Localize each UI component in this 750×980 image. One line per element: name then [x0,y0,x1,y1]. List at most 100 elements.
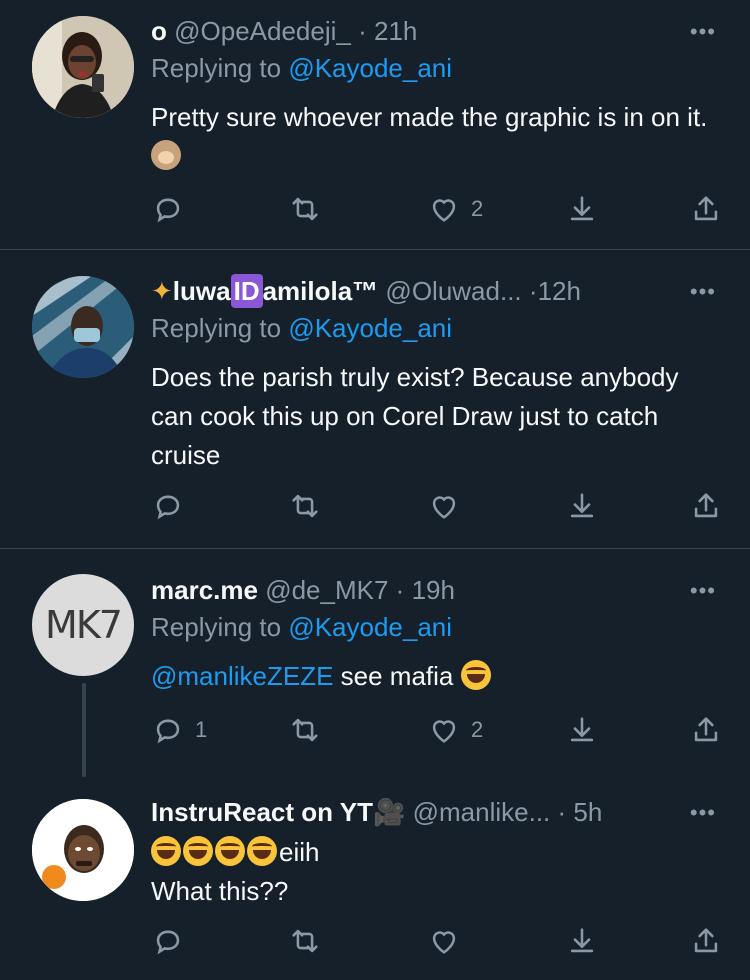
bookmark-button[interactable] [565,921,599,961]
share-button[interactable] [689,486,723,526]
heart-icon [432,720,456,743]
face-with-tears-of-joy-icon [247,836,277,866]
face-with-tears-of-joy-icon [460,660,491,690]
avatar-photo [32,276,134,378]
action-bar: 1 2 [151,710,723,750]
face-with-tears-of-joy-icon [215,836,245,866]
retweet-icon [292,494,318,518]
bookmark-button[interactable] [565,189,599,229]
dizzy-icon: ✦ [151,276,173,306]
share-icon [694,493,718,518]
replying-prefix: Replying to [151,313,289,343]
replying-prefix: Replying to [151,612,289,642]
download-icon [570,196,594,221]
tweet-2[interactable]: ✦luwa ID amilola™ @Oluwad... ·12h ••• Repl… [0,250,750,548]
tweet-mention[interactable]: @manlikeZEZE [151,661,333,691]
replying-to: Replying to @Kayode_ani [151,311,452,345]
timestamp[interactable]: 12h [538,276,581,306]
avatar-text: MK7 [45,603,123,647]
reply-icon [156,198,180,223]
tweet-3[interactable]: MK7 marc.me @de_MK7 · 19h ••• Replying t… [0,549,750,779]
download-icon [570,493,594,518]
tweet-text-line2: What this?? [151,876,289,906]
avatar[interactable]: MK7 [32,574,134,676]
tweet-text: Pretty sure whoever made the graphic is … [151,98,731,176]
tweet-text-suffix: eiih [279,837,320,867]
see-no-evil-monkey-icon [151,140,181,170]
action-bar [151,486,723,526]
retweet-icon [292,197,318,221]
reply-button[interactable] [151,189,195,229]
like-button[interactable]: 2 [427,189,483,229]
timestamp[interactable]: 19h [412,575,455,605]
display-name[interactable]: o [151,16,167,46]
more-dots-icon[interactable]: ••• [690,580,716,602]
reply-count: 1 [195,717,208,742]
download-icon [570,717,594,742]
bookmark-button[interactable] [565,710,599,750]
tweet-text: Does the parish truly exist? Because any… [151,358,711,475]
avatar-photo [32,799,134,901]
tweet-text-line1: eiih [151,833,731,872]
share-icon [694,717,718,742]
display-name[interactable]: marc.me [151,575,258,605]
retweet-button[interactable] [288,486,332,526]
tweet-text-content: Pretty sure whoever made the graphic is … [151,102,708,132]
more-dots-icon[interactable]: ••• [690,21,716,43]
more-dots-icon[interactable]: ••• [690,802,716,824]
tweet-header: marc.me @de_MK7 · 19h [151,573,655,607]
reply-button[interactable] [151,921,195,961]
retweet-button[interactable] [288,921,332,961]
avatar-photo [32,16,134,118]
display-name-part2[interactable]: amilola™ [263,276,379,306]
share-button[interactable] [689,189,723,229]
handle[interactable]: @Oluwad... [385,276,521,306]
reply-button[interactable]: 1 [151,710,207,750]
handle[interactable]: @OpeAdedeji_ [174,16,351,46]
like-button[interactable]: 2 [427,710,483,750]
replying-to-mention[interactable]: @Kayode_ani [288,53,452,83]
handle[interactable]: @de_MK7 [265,575,388,605]
like-button[interactable] [427,921,471,961]
tweet-header: o @OpeAdedeji_ · 21h [151,14,655,48]
tweet-4[interactable]: InstruReact on YT🎥 @manlike... · 5h ••• … [0,779,750,980]
replying-to-mention[interactable]: @Kayode_ani [288,313,452,343]
more-dots-icon[interactable]: ••• [690,281,716,303]
reply-button[interactable] [151,486,195,526]
replying-to-mention[interactable]: @Kayode_ani [288,612,452,642]
share-icon [694,196,718,221]
download-icon [570,928,594,953]
separator-dot: · [395,575,405,605]
display-name-part1[interactable]: luwa [173,276,231,306]
retweet-button[interactable] [288,710,332,750]
avatar[interactable] [32,799,134,901]
share-button[interactable] [689,710,723,750]
share-icon [694,928,718,953]
separator-dot: · [358,16,367,46]
reply-icon [156,719,180,744]
heart-icon [432,199,456,222]
film-projector-icon: 🎥 [373,797,406,827]
display-name[interactable]: InstruReact on YT [151,797,373,827]
separator-dot: · [557,797,567,827]
timestamp[interactable]: 5h [573,797,602,827]
avatar[interactable] [32,276,134,378]
replying-to: Replying to @Kayode_ani [151,610,452,644]
handle[interactable]: @manlike... [413,797,551,827]
avatar[interactable] [32,16,134,118]
timestamp[interactable]: 21h [374,16,417,46]
bookmark-button[interactable] [565,486,599,526]
separator-dot: · [528,276,538,306]
retweet-icon [292,929,318,953]
heart-icon [432,931,456,954]
retweet-button[interactable] [288,189,332,229]
share-button[interactable] [689,921,723,961]
heart-icon [432,496,456,519]
face-with-tears-of-joy-icon [151,836,181,866]
tweet-text-content: Does the parish truly exist? Because any… [151,362,679,470]
tweet-text: eiih What this?? [151,833,731,911]
thread-line [82,683,86,777]
like-button[interactable] [427,486,471,526]
retweet-icon [292,718,318,742]
tweet-1[interactable]: o @OpeAdedeji_ · 21h ••• Replying to @Ka… [0,0,750,249]
